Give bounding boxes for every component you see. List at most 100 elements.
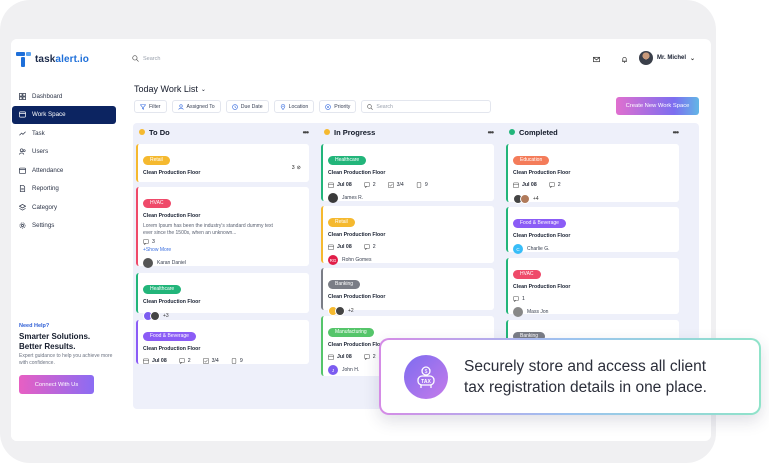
location-filter[interactable]: Location (273, 100, 315, 113)
task-card[interactable]: Healthcare Clean Production Floor Jul 08… (321, 144, 494, 203)
assignee-stack: +2 (328, 306, 489, 316)
priority-icon (325, 103, 332, 110)
dashboard-icon (19, 92, 26, 100)
global-search[interactable]: Search (132, 55, 160, 62)
sidebar-item-dashboard[interactable]: Dashboard (12, 87, 116, 105)
task-card[interactable]: Education Clean Production Floor Jul 08 … (506, 144, 679, 204)
sidebar-item-settings[interactable]: Settings (12, 217, 116, 235)
sidebar-item-users[interactable]: Users (12, 143, 116, 161)
connect-button[interactable]: Connect With Us (19, 375, 94, 394)
task-card[interactable]: HVAC Clean Production Floor Lorem Ipsum … (136, 187, 309, 268)
comment-icon (363, 182, 370, 188)
sidebar-item-reporting[interactable]: Reporting (12, 180, 116, 198)
column-header: In Progress ••• (318, 123, 499, 141)
attachment-icon (231, 358, 236, 364)
workspace-icon (19, 111, 26, 118)
calendar-icon (513, 182, 519, 188)
category-tag: Healthcare (328, 156, 367, 165)
callout-text: Securely store and access all client tax… (464, 357, 707, 396)
filter-button[interactable]: Filter (134, 100, 167, 113)
avatar (335, 306, 345, 316)
attachment-icon (416, 182, 421, 188)
category-tag: Manufacturing (328, 328, 374, 337)
calendar-icon (143, 358, 149, 364)
card-title: Clean Production Floor (328, 294, 386, 300)
card-title: Clean Production Floor (143, 170, 201, 176)
create-workspace-button[interactable]: Create New Work Space (616, 97, 699, 115)
board-search-input[interactable]: Search (361, 100, 492, 113)
category-tag: Food & Beverage (513, 219, 566, 228)
card-meta: Jul 08 2 3/4 9 (328, 182, 489, 188)
comment-icon (513, 296, 519, 302)
sidebar-item-label: Category (32, 203, 58, 211)
category-tag: HVAC (513, 270, 541, 279)
brand-logo[interactable]: taskalert.io (16, 52, 89, 67)
category-tag: Healthcare (143, 285, 182, 294)
sidebar-item-label: Settings (32, 222, 55, 229)
mail-icon[interactable] (591, 54, 601, 64)
user-name: Mr. Michel (657, 55, 687, 61)
card-title: Clean Production Floor (513, 233, 571, 239)
due-date-filter[interactable]: Due Date (225, 100, 269, 113)
user-menu[interactable]: Mr. Michel ⌄ (639, 51, 695, 65)
status-dot (139, 129, 145, 135)
avatar (143, 258, 153, 268)
page-title[interactable]: Today Work List ⌄ (134, 84, 206, 94)
card-title: Clean Production Floor (328, 170, 386, 176)
more-icon[interactable]: ••• (303, 128, 309, 137)
column-header: To Do ••• (133, 123, 314, 141)
search-icon (367, 103, 374, 110)
task-card[interactable]: Banking Clean Production Floor +2 (321, 268, 494, 316)
category-tag: Retail (143, 156, 170, 165)
comment-icon (143, 239, 149, 245)
calendar-icon (328, 182, 334, 188)
card-meta: 3 (143, 239, 304, 245)
more-icon[interactable]: ••• (673, 128, 679, 137)
help-panel: Need Help? Smarter Solutions. Better Res… (19, 323, 114, 394)
svg-text:$: $ (425, 369, 428, 375)
paperclip-icon: ⊘ (296, 165, 301, 171)
card-title: Clean Production Floor (328, 232, 386, 238)
filter-bar: Filter Assigned To Due Date Location Pri… (134, 100, 492, 113)
sidebar-item-task[interactable]: Task (12, 124, 116, 142)
assignee: James R. (328, 193, 489, 203)
category-tag: Retail (328, 218, 355, 227)
tax-piggy-bank-icon: $ TAX (404, 354, 448, 399)
sidebar-item-label: Dashboard (32, 92, 63, 100)
comment-icon (363, 244, 370, 250)
document-icon (19, 185, 26, 192)
task-card[interactable]: HVAC Clean Production Floor 1 Mass Jon (506, 258, 679, 317)
more-icon[interactable]: ••• (488, 128, 494, 137)
task-card[interactable]: Retail Clean Production Floor 3 ⊘ (136, 144, 309, 182)
sidebar-item-category[interactable]: Category (12, 198, 116, 216)
bell-icon[interactable] (619, 54, 629, 64)
status-dot (509, 129, 515, 135)
sidebar-item-attendance[interactable]: Attendance (12, 161, 116, 179)
assignee: Karan Daniel (143, 258, 304, 268)
show-more-link[interactable]: +Show More (143, 247, 304, 253)
task-card[interactable]: Retail Clean Production Floor Jul 08 2 R… (321, 206, 494, 265)
sidebar-item-label: Attendance (32, 166, 64, 174)
sidebar-item-work-space[interactable]: Work Space (12, 105, 116, 124)
sidebar: taskalert.io Dashboard Work Space Task U… (11, 39, 123, 441)
checklist-icon (387, 182, 394, 188)
priority-filter[interactable]: Priority (319, 100, 357, 113)
category-tag: Education (513, 156, 550, 165)
card-title: Clean Production Floor (513, 284, 571, 290)
task-card[interactable]: Food & Beverage Clean Production Floor J… (136, 320, 309, 364)
brand-name: taskalert.io (35, 54, 90, 65)
avatar-initials: J (328, 365, 338, 375)
help-headline-1: Smarter Solutions. (19, 332, 91, 341)
category-tag: Food & Beverage (143, 332, 196, 341)
help-body: Expert guidance to help you achieve more… (19, 353, 113, 366)
sidebar-item-label: Task (32, 129, 45, 137)
task-card[interactable]: Healthcare Clean Production Floor +3 (136, 273, 309, 321)
clock-icon (231, 103, 238, 110)
avatar (639, 51, 653, 65)
card-title: Clean Production Floor (143, 346, 201, 352)
card-description: Lorem Ipsum has been the industry's stan… (143, 223, 273, 236)
assigned-to-filter[interactable]: Assigned To (171, 100, 221, 113)
card-title: Clean Production Floor (143, 299, 201, 305)
task-card[interactable]: Food & Beverage Clean Production Floor C… (506, 207, 679, 254)
attachment-count: 3 ⊘ (291, 165, 301, 171)
